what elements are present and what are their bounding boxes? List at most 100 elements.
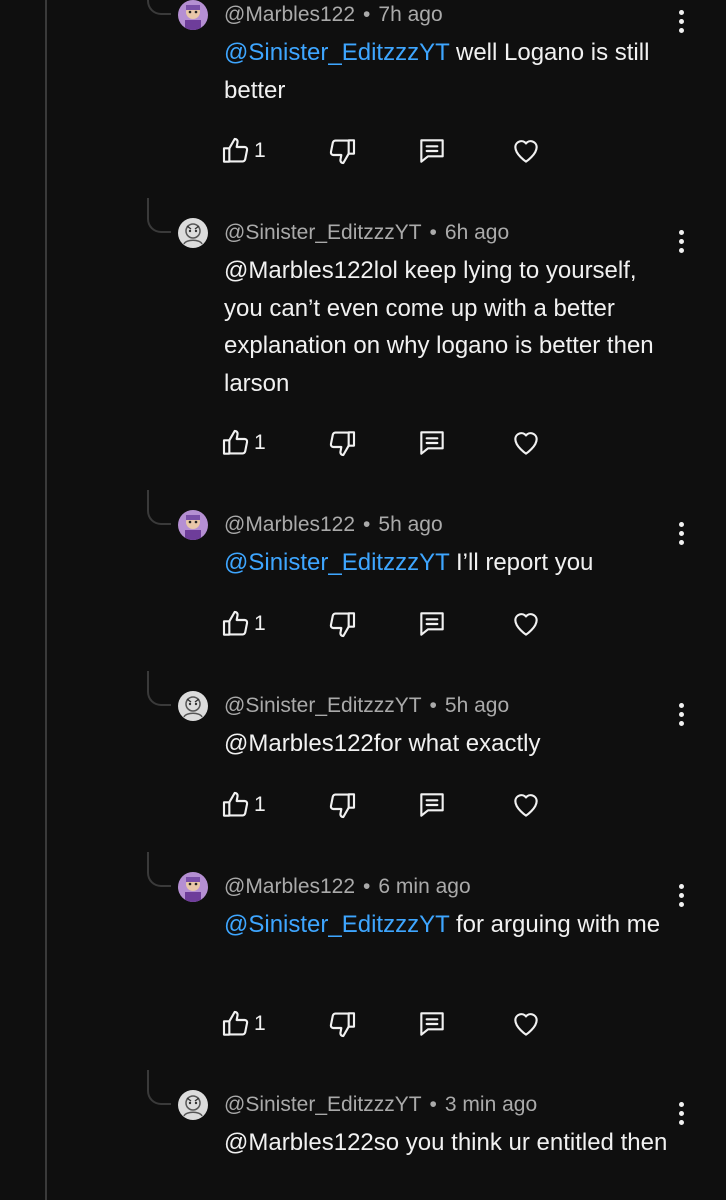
timestamp[interactable]: 5h ago — [378, 513, 442, 536]
comment-meta: @Marbles122 • 5h ago — [224, 512, 443, 538]
reply-comment-icon — [420, 612, 444, 636]
reply-comment-icon — [420, 1012, 444, 1036]
reply-item: @Marbles122 • 6 min ago @Sinister_EditzzzY… — [0, 852, 726, 1062]
avatar[interactable] — [178, 218, 208, 248]
thumbs-down-icon — [329, 139, 356, 165]
reply-button[interactable] — [416, 426, 448, 460]
comment-actions: 1 — [220, 788, 560, 822]
heart-button[interactable] — [510, 788, 542, 822]
timestamp[interactable]: 7h ago — [378, 3, 442, 26]
like-count: 1 — [254, 139, 266, 162]
reply-item: @Sinister_EditzzzYT • 3 min ago @Marbles12… — [0, 1070, 726, 1200]
like-count: 1 — [254, 431, 266, 454]
comment-meta: @Marbles122 • 7h ago — [224, 2, 443, 28]
mention-link[interactable]: @Sinister_EditzzzYT — [224, 39, 449, 66]
reply-comment-icon — [420, 139, 444, 163]
author-name[interactable]: @Marbles122 — [224, 3, 355, 26]
thumbs-down-icon — [329, 431, 356, 457]
more-vertical-icon[interactable] — [668, 6, 694, 36]
heart-button[interactable] — [510, 607, 542, 641]
thumbs-up-icon — [222, 610, 249, 636]
comment-body: @Marbles122lol keep lying to yourself, y… — [224, 257, 654, 397]
comment-actions: 1 — [220, 607, 560, 641]
like-button[interactable]: 1 — [220, 607, 266, 641]
reply-item: @Sinister_EditzzzYT • 6h ago @Marbles122lo… — [0, 198, 726, 488]
timestamp[interactable]: 6h ago — [445, 221, 509, 244]
reply-item: @Sinister_EditzzzYT • 5h ago @Marbles122fo… — [0, 671, 726, 841]
dislike-button[interactable] — [326, 426, 358, 460]
thumbs-up-icon — [222, 791, 249, 817]
reply-button[interactable] — [416, 134, 448, 168]
heart-button[interactable] — [510, 134, 542, 168]
thumbs-down-icon — [329, 612, 356, 638]
comment-body: I’ll report you — [449, 549, 594, 576]
comment-text: @Sinister_EditzzzYT for arguing with me — [224, 906, 674, 944]
timestamp[interactable]: 5h ago — [445, 694, 509, 717]
like-count: 1 — [254, 612, 266, 635]
avatar[interactable] — [178, 691, 208, 721]
comment-actions: 1 — [220, 1007, 560, 1041]
comment-text: @Marbles122so you think ur entitled then — [224, 1124, 674, 1162]
comment-text: @Sinister_EditzzzYT well Logano is still… — [224, 34, 674, 109]
author-name[interactable]: @Marbles122 — [224, 875, 355, 898]
comment-actions: 1 — [220, 134, 560, 168]
avatar[interactable] — [178, 0, 208, 30]
comment-actions: 1 — [220, 426, 560, 460]
reply-button[interactable] — [416, 788, 448, 822]
like-count: 1 — [254, 793, 266, 816]
comment-meta: @Marbles122 • 6 min ago — [224, 874, 471, 900]
like-button[interactable]: 1 — [220, 134, 266, 168]
thumbs-down-icon — [329, 793, 356, 819]
comment-meta: @Sinister_EditzzzYT • 3 min ago — [224, 1092, 537, 1118]
timestamp[interactable]: 6 min ago — [378, 875, 470, 898]
like-button[interactable]: 1 — [220, 1007, 266, 1041]
like-count: 1 — [254, 1012, 266, 1035]
thumbs-up-icon — [222, 429, 249, 455]
dislike-button[interactable] — [326, 788, 358, 822]
reply-comment-icon — [420, 793, 444, 817]
mention-link[interactable]: @Sinister_EditzzzYT — [224, 911, 449, 938]
dislike-button[interactable] — [326, 1007, 358, 1041]
timestamp[interactable]: 3 min ago — [445, 1093, 537, 1116]
heart-button[interactable] — [510, 426, 542, 460]
comment-body: @Marbles122for what exactly — [224, 730, 541, 757]
like-button[interactable]: 1 — [220, 426, 266, 460]
thread-connector — [147, 671, 171, 706]
author-name[interactable]: @Sinister_EditzzzYT — [224, 694, 422, 717]
like-button[interactable]: 1 — [220, 788, 266, 822]
author-name[interactable]: @Sinister_EditzzzYT — [224, 1093, 422, 1116]
thread-connector — [147, 0, 171, 15]
heart-icon — [514, 794, 538, 817]
separator: • — [429, 221, 437, 244]
comment-meta: @Sinister_EditzzzYT • 6h ago — [224, 220, 509, 246]
separator: • — [429, 694, 437, 717]
reply-item: @Marbles122 • 7h ago @Sinister_EditzzzYT w… — [0, 0, 726, 200]
heart-icon — [514, 1013, 538, 1036]
heart-icon — [514, 613, 538, 636]
author-name[interactable]: @Sinister_EditzzzYT — [224, 221, 422, 244]
reply-button[interactable] — [416, 1007, 448, 1041]
dislike-button[interactable] — [326, 607, 358, 641]
comment-meta: @Sinister_EditzzzYT • 5h ago — [224, 693, 509, 719]
thread-connector — [147, 852, 171, 887]
thumbs-up-icon — [222, 137, 249, 163]
comment-body: @Marbles122so you think ur entitled then — [224, 1129, 668, 1156]
heart-icon — [514, 140, 538, 163]
avatar[interactable] — [178, 510, 208, 540]
mention-link[interactable]: @Sinister_EditzzzYT — [224, 549, 449, 576]
avatar[interactable] — [178, 1090, 208, 1120]
thread-connector — [147, 1070, 171, 1105]
separator: • — [363, 875, 371, 898]
comment-text: @Marbles122lol keep lying to yourself, y… — [224, 252, 674, 402]
separator: • — [363, 3, 371, 26]
author-name[interactable]: @Marbles122 — [224, 513, 355, 536]
comment-text: @Marbles122for what exactly — [224, 725, 674, 763]
thread-connector — [147, 198, 171, 233]
comment-text: @Sinister_EditzzzYT I’ll report you — [224, 544, 674, 582]
avatar[interactable] — [178, 872, 208, 902]
reply-button[interactable] — [416, 607, 448, 641]
dislike-button[interactable] — [326, 134, 358, 168]
heart-button[interactable] — [510, 1007, 542, 1041]
heart-icon — [514, 432, 538, 455]
separator: • — [429, 1093, 437, 1116]
